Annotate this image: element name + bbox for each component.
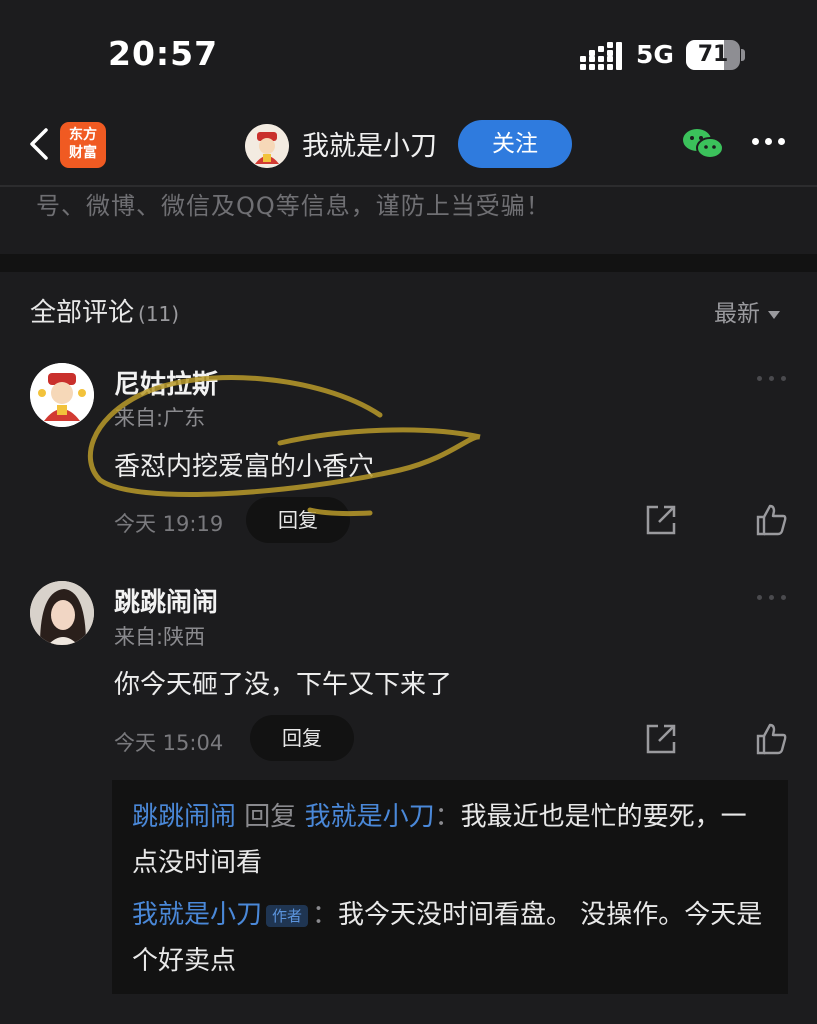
reply-colon: ：	[312, 900, 339, 930]
app-screen: 20:57 5G 71 东方 财富 我就是小刀 关注 号、微博、微信及QQ等信息…	[0, 0, 817, 1024]
author-badge: 作者	[266, 904, 309, 927]
battery-level: 71	[697, 42, 729, 67]
reply-from[interactable]: 我就是小刀	[132, 900, 262, 930]
share-icon[interactable]	[644, 722, 678, 756]
logo-text-bottom: 财富	[69, 145, 97, 161]
logo-text-top: 东方	[69, 127, 97, 143]
follow-button[interactable]: 关注	[458, 120, 572, 168]
reply-to[interactable]: 我就是小刀	[305, 802, 435, 832]
comment-avatar[interactable]	[30, 581, 94, 645]
reply-button[interactable]: 回复	[246, 497, 350, 543]
battery-icon: 71	[686, 40, 740, 70]
more-icon[interactable]	[752, 138, 786, 148]
notice-text: 号、微博、微信及QQ等信息，谨防上当受骗！	[36, 192, 551, 220]
comment-username[interactable]: 跳跳闹闹	[114, 582, 218, 619]
thumbs-up-icon[interactable]	[755, 503, 789, 537]
sort-label: 最新	[714, 301, 760, 327]
reply-colon: ：	[434, 802, 461, 832]
comment-time: 今天 15:04	[114, 731, 224, 755]
section-divider	[0, 254, 817, 272]
comment-content: 你今天砸了没，下午又下来了	[114, 670, 453, 700]
comment-more-icon[interactable]	[757, 376, 787, 382]
reply-item[interactable]: 我就是小刀 作者 ：我今天没时间看盘。 没操作。今天是个好卖点	[132, 892, 768, 984]
comment-username[interactable]: 尼姑拉斯	[114, 364, 218, 401]
comment-time: 今天 19:19	[114, 512, 224, 536]
nav-user-name[interactable]: 我就是小刀	[302, 124, 437, 163]
reply-word: 回复	[244, 802, 297, 832]
user-avatar[interactable]	[245, 124, 289, 168]
reply-item[interactable]: 跳跳闹闹 回复 我就是小刀：我最近也是忙的要死，一点没时间看	[132, 794, 768, 886]
reply-from[interactable]: 跳跳闹闹	[132, 802, 236, 832]
reply-thread: 跳跳闹闹 回复 我就是小刀：我最近也是忙的要死，一点没时间看 我就是小刀 作者 ：我…	[112, 780, 788, 994]
comment-location: 来自:陕西	[114, 625, 206, 649]
comment-more-icon[interactable]	[757, 595, 787, 601]
wechat-icon[interactable]	[682, 126, 724, 162]
comments-title-label: 全部评论	[30, 298, 135, 328]
status-bar: 20:57 5G 71	[0, 0, 817, 100]
network-label: 5G	[636, 40, 674, 69]
avatar-illustration	[245, 124, 289, 168]
share-icon[interactable]	[644, 503, 678, 537]
comments-count: (11)	[138, 302, 180, 326]
thumbs-up-icon[interactable]	[755, 722, 789, 756]
signal-icon	[580, 42, 622, 70]
back-icon[interactable]	[26, 124, 56, 164]
sort-dropdown[interactable]: 最新	[714, 294, 780, 328]
comment-content: 香怼内挖爱富的小香穴	[114, 452, 375, 482]
reply-button[interactable]: 回复	[250, 715, 354, 761]
comment-avatar[interactable]	[30, 363, 94, 427]
nav-bar: 东方 财富 我就是小刀 关注	[0, 110, 817, 184]
caret-down-icon	[768, 310, 780, 319]
comment-location: 来自:广东	[114, 406, 206, 430]
comments-title: 全部评论 (11)	[30, 292, 179, 329]
avatar-illustration	[30, 363, 94, 427]
avatar-illustration	[30, 581, 94, 645]
status-time: 20:57	[108, 34, 219, 73]
app-logo[interactable]: 东方 财富	[60, 122, 106, 168]
battery-cap	[741, 49, 745, 61]
